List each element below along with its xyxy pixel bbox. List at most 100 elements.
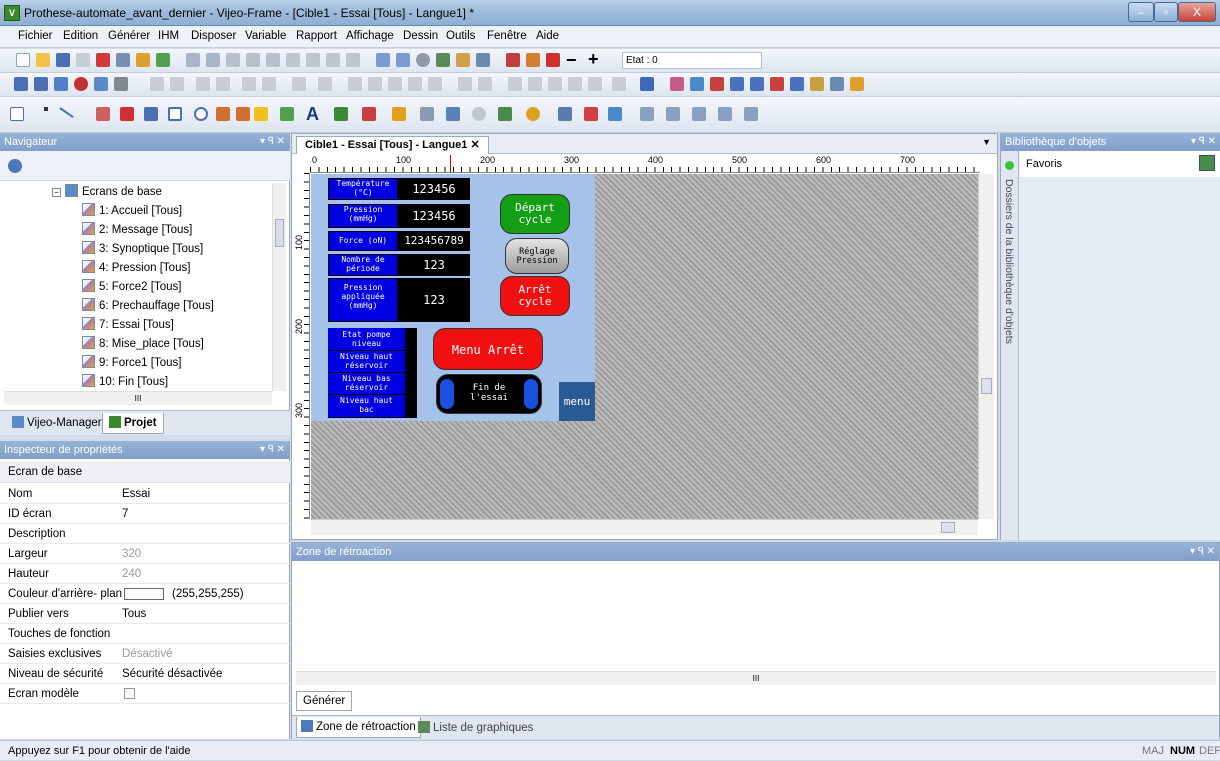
tool-icon[interactable]	[326, 53, 340, 67]
forward-icon[interactable]	[396, 53, 410, 67]
tree-item-force1[interactable]: 9: Force1 [Tous]	[82, 354, 181, 372]
prop-value[interactable]: Essai	[122, 484, 150, 504]
new-icon[interactable]	[16, 53, 30, 67]
scroll-thumb[interactable]	[981, 378, 992, 394]
panel-controls-icon[interactable]: ▾ ꟼ ✕	[1190, 543, 1215, 561]
tool-icon[interactable]	[744, 107, 758, 121]
library-folders-tab[interactable]: Dossiers de la bibliothèque d'objets	[1003, 179, 1015, 344]
tool-icon[interactable]	[670, 77, 684, 91]
open-icon[interactable]	[36, 53, 50, 67]
tool-icon[interactable]	[770, 77, 784, 91]
tool-icon[interactable]	[170, 77, 184, 91]
tool-icon[interactable]	[262, 77, 276, 91]
close-button[interactable]: X	[1178, 2, 1216, 22]
prop-row-saisies[interactable]: Saisies exclusives Désactivé	[0, 644, 290, 664]
prop-row-nom[interactable]: Nom Essai	[0, 484, 290, 504]
text-icon[interactable]: A	[306, 104, 319, 125]
prop-row-publier[interactable]: Publier vers Tous	[0, 604, 290, 624]
tool-icon[interactable]	[790, 77, 804, 91]
align-icon[interactable]	[408, 77, 422, 91]
scroll-thumb[interactable]	[941, 522, 955, 533]
tool-icon[interactable]	[710, 77, 724, 91]
hmi-value-periode[interactable]: 123	[398, 254, 470, 276]
tree-item-essai[interactable]: 7: Essai [Tous]	[82, 316, 174, 334]
lock-icon[interactable]	[546, 53, 560, 67]
hmi-status-niveau-bac[interactable]: Niveau haut bac	[328, 395, 405, 417]
feedback-output[interactable]	[296, 567, 1216, 671]
prop-row-id[interactable]: ID écran 7	[0, 504, 290, 524]
tool-icon[interactable]	[588, 77, 602, 91]
cut-icon[interactable]	[226, 53, 240, 67]
tool-icon[interactable]	[584, 107, 598, 121]
hmi-label-pression-appliquee[interactable]: Pression appliquée (mmHg)	[328, 278, 398, 322]
tool-icon[interactable]	[436, 53, 450, 67]
arret-cycle-button[interactable]: Arrêt cycle	[500, 276, 570, 316]
hmi-value-pression[interactable]: 123456	[398, 204, 470, 228]
panel-controls-icon[interactable]: ▾ ꟼ ✕	[260, 441, 285, 459]
favoris-icon[interactable]	[1199, 155, 1215, 171]
prop-row-couleur[interactable]: Couleur d'arrière- plan (255,255,255)	[0, 584, 290, 604]
tool-icon[interactable]	[666, 107, 680, 121]
prop-value[interactable]: Tous	[122, 604, 146, 624]
menu-fichier[interactable]: Fichier	[18, 30, 53, 42]
tool-icon[interactable]	[810, 77, 824, 91]
tool-icon[interactable]	[136, 53, 150, 67]
generer-tab[interactable]: Générer	[296, 691, 353, 711]
tool-icon[interactable]	[526, 53, 540, 67]
text-display-icon[interactable]	[446, 107, 460, 121]
tree-group-ecrans[interactable]: − Ecrans de base	[52, 183, 162, 201]
sector-icon[interactable]	[236, 107, 250, 121]
modele-checkbox[interactable]	[124, 688, 135, 699]
tool-icon[interactable]	[94, 77, 108, 91]
tree-item-message[interactable]: 2: Message [Tous]	[82, 221, 192, 239]
tool-icon[interactable]	[96, 53, 110, 67]
prop-row-modele[interactable]: Ecran modèle	[0, 684, 290, 704]
navigator-view-icon[interactable]	[8, 159, 22, 173]
tool-icon[interactable]	[568, 77, 582, 91]
prop-value[interactable]: Sécurité désactivée	[122, 664, 222, 684]
dot-icon[interactable]	[44, 107, 48, 111]
prop-row-touches[interactable]: Touches de fonction	[0, 624, 290, 644]
hmi-label-temperature[interactable]: Température (°C)	[328, 178, 398, 200]
tree-item-fin[interactable]: 10: Fin [Tous]	[82, 373, 168, 391]
tool-icon[interactable]	[216, 77, 230, 91]
tool-icon[interactable]	[718, 107, 732, 121]
hmi-status-pompe[interactable]: Etat pompe niveau	[328, 328, 405, 350]
align-icon[interactable]	[428, 77, 442, 91]
collapse-icon[interactable]: −	[52, 188, 61, 197]
minimize-button[interactable]: –	[1128, 2, 1154, 22]
print-icon[interactable]	[76, 53, 90, 67]
menu-generer[interactable]: Générer	[108, 30, 150, 42]
tool-icon[interactable]	[286, 53, 300, 67]
tool-icon[interactable]	[558, 107, 572, 121]
prop-row-securite[interactable]: Niveau de sécurité Sécurité désactivée	[0, 664, 290, 684]
hmi-label-periode[interactable]: Nombre de période	[328, 254, 398, 276]
menu-button[interactable]: menu	[559, 382, 595, 421]
tool-icon[interactable]	[750, 77, 764, 91]
depart-cycle-button[interactable]: Départ cycle	[500, 194, 570, 234]
fill-icon[interactable]	[280, 107, 294, 121]
tool-icon[interactable]	[528, 77, 542, 91]
menu-arret-button[interactable]: Menu Arrêt	[433, 328, 543, 370]
meter-icon[interactable]	[526, 107, 540, 121]
align-icon[interactable]	[348, 77, 362, 91]
menu-aide[interactable]: Aide	[536, 30, 559, 42]
navigator-vscroll[interactable]	[272, 183, 286, 391]
numeric-icon[interactable]	[420, 107, 434, 121]
tool-icon[interactable]	[54, 77, 68, 91]
polygon-icon[interactable]	[120, 107, 134, 121]
menu-ihm[interactable]: IHM	[158, 30, 179, 42]
tool-icon[interactable]	[730, 77, 744, 91]
tree-item-mise-place[interactable]: 8: Mise_place [Tous]	[82, 335, 204, 353]
tool-icon[interactable]	[506, 53, 520, 67]
tree-item-pression[interactable]: 4: Pression [Tous]	[82, 259, 190, 277]
hmi-value-temperature[interactable]: 123456	[398, 178, 470, 200]
close-tab-icon[interactable]: ✕	[470, 139, 479, 151]
arc-icon[interactable]	[216, 107, 230, 121]
minus-icon[interactable]: −	[566, 50, 577, 71]
tool-icon[interactable]	[74, 77, 88, 91]
reglage-pression-button[interactable]: Réglage Pression	[505, 238, 569, 274]
tool-icon[interactable]	[612, 77, 626, 91]
hmi-status-niveau-bas[interactable]: Niveau bas réservoir	[328, 373, 405, 394]
pointer-icon[interactable]	[10, 107, 24, 121]
